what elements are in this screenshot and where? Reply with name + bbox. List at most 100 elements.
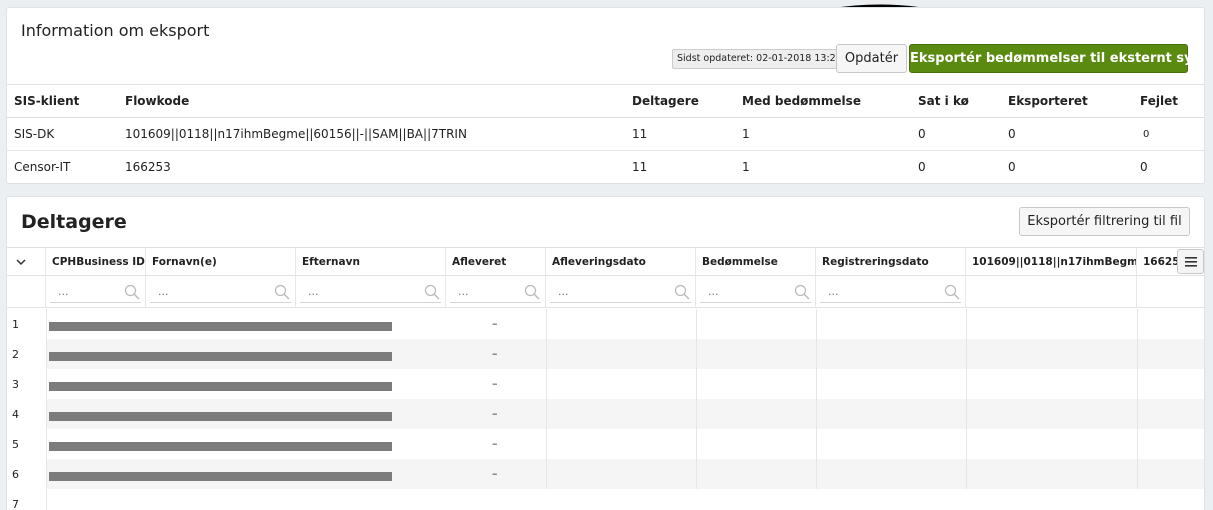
filter-cell bbox=[816, 276, 966, 307]
search-icon bbox=[524, 284, 540, 300]
export-grades-button[interactable]: Eksportér bedømmelser til eksternt syste… bbox=[909, 44, 1204, 73]
cell-participants: 11 bbox=[625, 117, 735, 151]
cell-with-grade: 1 bbox=[735, 117, 911, 151]
redacted-personal-data bbox=[49, 412, 392, 421]
update-button[interactable]: Opdatér bbox=[836, 44, 907, 73]
table-row[interactable]: 1 – bbox=[7, 309, 1204, 339]
handed-in-value: – bbox=[492, 317, 498, 330]
search-icon bbox=[674, 284, 690, 300]
cell-flowcode: 101609||0118||n17ihmBegme||60156||-||SAM… bbox=[118, 117, 625, 151]
grid-menu-button[interactable] bbox=[1177, 249, 1204, 274]
col-participants: Deltagere bbox=[625, 84, 735, 118]
filter-cell bbox=[46, 276, 146, 307]
cell-queued: 0 bbox=[911, 150, 1001, 183]
participants-panel: Deltagere Eksportér filtrering til fil C… bbox=[6, 196, 1205, 510]
redacted-personal-data bbox=[49, 472, 392, 481]
column-header-registration-date[interactable]: Registreringsdato bbox=[816, 248, 966, 276]
column-header-grade[interactable]: Bedømmelse bbox=[696, 248, 816, 276]
search-icon bbox=[424, 284, 440, 300]
column-header-censor-it[interactable]: 16625: bbox=[1137, 248, 1177, 276]
table-row[interactable]: 4 – bbox=[7, 399, 1204, 429]
filter-cell bbox=[446, 276, 546, 307]
grid-filter-row bbox=[7, 276, 1204, 308]
export-row-sis-dk: SIS-DK 101609||0118||n17ihmBegme||60156|… bbox=[7, 117, 1204, 151]
row-number-cell: 5 bbox=[7, 429, 46, 459]
search-icon bbox=[124, 284, 140, 300]
hamburger-menu-icon bbox=[1185, 257, 1197, 267]
export-row-censor-it: Censor-IT 166253 11 1 0 0 0 bbox=[7, 150, 1204, 183]
cell-queued: 0 bbox=[911, 117, 1001, 151]
redacted-personal-data bbox=[49, 322, 392, 331]
row-number-cell: 3 bbox=[7, 369, 46, 399]
column-header-handin-date[interactable]: Afleveringsdato bbox=[546, 248, 696, 276]
cell-client: SIS-DK bbox=[7, 117, 118, 151]
column-header-first-name[interactable]: Fornavn(e) bbox=[146, 248, 296, 276]
filter-spacer bbox=[7, 276, 46, 307]
handed-in-value: – bbox=[492, 467, 498, 480]
col-sis-client: SIS-klient bbox=[7, 84, 118, 118]
filter-cell bbox=[696, 276, 816, 307]
row-number: 3 bbox=[12, 378, 19, 391]
table-row[interactable]: 7 bbox=[7, 489, 1204, 510]
cell-failed: 0 bbox=[1133, 117, 1204, 151]
col-flow-code: Flowkode bbox=[118, 84, 625, 118]
handed-in-value: – bbox=[492, 437, 498, 450]
export-table-header-row: SIS-klient Flowkode Deltagere Med bedømm… bbox=[7, 84, 1204, 118]
row-number-cell: 2 bbox=[7, 339, 46, 369]
cell-exported: 0 bbox=[1001, 150, 1133, 183]
cell-failed: 0 bbox=[1133, 150, 1204, 183]
row-number-cell: 4 bbox=[7, 399, 46, 429]
participants-title: Deltagere bbox=[21, 211, 127, 233]
cell-flowcode: 166253 bbox=[118, 150, 625, 183]
redacted-personal-data bbox=[49, 352, 392, 361]
table-row[interactable]: 2 – bbox=[7, 339, 1204, 369]
last-updated-badge: Sidst opdateret: 02-01-2018 13:22 bbox=[672, 49, 847, 69]
chevron-down-icon bbox=[16, 259, 26, 266]
col-with-grade: Med bedømmelse bbox=[735, 84, 911, 118]
col-exported: Eksporteret bbox=[1001, 84, 1133, 118]
handed-in-value: – bbox=[492, 407, 498, 420]
row-number-cell: 1 bbox=[7, 309, 46, 339]
cell-exported: 0 bbox=[1001, 117, 1133, 151]
filter-cell bbox=[296, 276, 446, 307]
handed-in-value: – bbox=[492, 377, 498, 390]
column-header-last-name[interactable]: Efternavn bbox=[296, 248, 446, 276]
filter-first-name[interactable] bbox=[150, 280, 291, 303]
col-failed: Fejlet bbox=[1133, 84, 1204, 118]
filter-cell bbox=[146, 276, 296, 307]
table-row[interactable]: 5 – bbox=[7, 429, 1204, 459]
row-number: 5 bbox=[12, 438, 19, 451]
row-number: 4 bbox=[12, 408, 19, 421]
export-info-panel: Information om eksport Sidst opdateret: … bbox=[6, 7, 1205, 184]
filter-handin-date[interactable] bbox=[550, 280, 691, 303]
row-number-cell: 7 bbox=[7, 489, 46, 510]
row-number: 7 bbox=[12, 498, 19, 510]
table-row[interactable]: 6 – bbox=[7, 459, 1204, 489]
filter-registration-date[interactable] bbox=[820, 280, 961, 303]
row-number: 2 bbox=[12, 348, 19, 361]
export-filter-button[interactable]: Eksportér filtrering til fil bbox=[1019, 207, 1190, 236]
search-icon bbox=[794, 284, 810, 300]
search-icon bbox=[944, 284, 960, 300]
cell-participants: 11 bbox=[625, 150, 735, 183]
row-number: 6 bbox=[12, 468, 19, 481]
table-row[interactable]: 3 – bbox=[7, 369, 1204, 399]
row-number-cell: 6 bbox=[7, 459, 46, 489]
filter-cell bbox=[546, 276, 696, 307]
export-info-title: Information om eksport bbox=[21, 21, 210, 40]
cell-with-grade: 1 bbox=[735, 150, 911, 183]
redacted-personal-data bbox=[49, 382, 392, 391]
handed-in-value: – bbox=[492, 347, 498, 360]
filter-last-name[interactable] bbox=[300, 280, 441, 303]
col-queued: Sat i kø bbox=[911, 84, 1001, 118]
row-number: 1 bbox=[12, 318, 19, 331]
cell-client: Censor-IT bbox=[7, 150, 118, 183]
search-icon bbox=[274, 284, 290, 300]
column-header-cphbusiness-id[interactable]: CPHBusiness ID bbox=[46, 248, 146, 276]
filter-cell-empty bbox=[966, 276, 1137, 307]
export-info-table: SIS-klient Flowkode Deltagere Med bedømm… bbox=[7, 84, 1204, 183]
column-header-handed-in[interactable]: Afleveret bbox=[446, 248, 546, 276]
column-header-sis-dk[interactable]: 101609||0118||n17ihmBegme||6( bbox=[966, 248, 1137, 276]
select-all-toggle[interactable] bbox=[7, 248, 46, 276]
grid-header: CPHBusiness ID Fornavn(e) Efternavn Afle… bbox=[7, 247, 1204, 276]
